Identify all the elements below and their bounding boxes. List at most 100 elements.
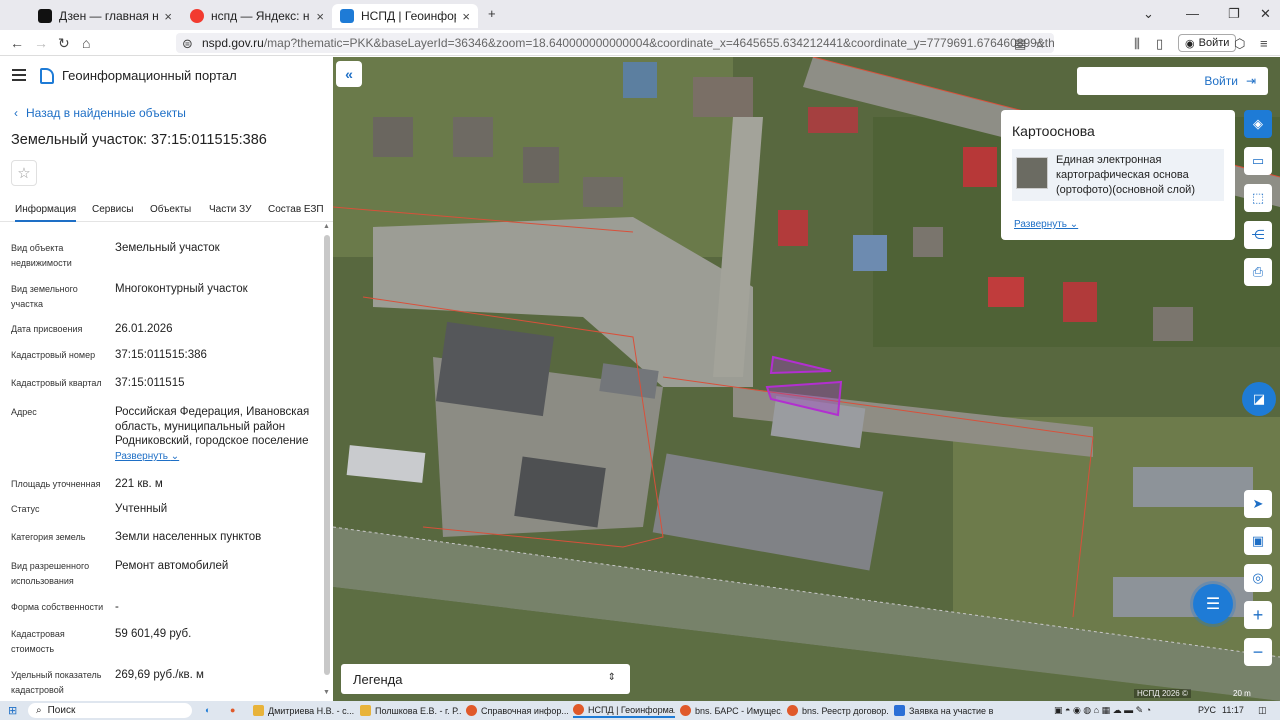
locate-button[interactable]: ➤ xyxy=(1244,490,1272,518)
hamburger-menu-icon[interactable] xyxy=(12,69,26,81)
minimap-button[interactable]: ▣ xyxy=(1244,527,1272,555)
address-expand-link[interactable]: Развернуть ⌄ xyxy=(115,451,179,462)
url-field[interactable]: nspd.gov.ru/map?thematic=PKK&baseLayerId… xyxy=(176,33,1054,53)
search-icon: ⌕ xyxy=(36,705,42,716)
taskbar-item[interactable]: Заявка на участие в ... xyxy=(894,703,996,718)
tab-information[interactable]: Информация xyxy=(15,204,77,222)
property-label: Кадастровая стоимость xyxy=(11,629,65,654)
legend-bar[interactable]: Легенда ⇕ xyxy=(341,664,630,694)
extensions-icon[interactable]: ⬡ xyxy=(1234,36,1245,52)
close-icon[interactable]: × xyxy=(462,9,470,24)
share-button[interactable]: ⋲ xyxy=(1244,221,1272,249)
start-icon[interactable]: ⊞ xyxy=(8,704,17,717)
tray-icons[interactable]: ▣ ◓ ◉ ◍ ⌂ ▦ ☁ ▬ ✎ ◔ xyxy=(1054,705,1151,716)
back-arrow-icon[interactable]: ← xyxy=(10,35,24,51)
window-close-icon[interactable]: ✕ xyxy=(1260,6,1271,22)
property-value: Учтенный xyxy=(115,503,168,515)
basemap-title: Картооснова xyxy=(1012,123,1095,139)
chevron-left-icon: ‹ xyxy=(14,106,18,120)
favorite-button[interactable]: ☆ xyxy=(11,160,37,186)
home-icon[interactable]: ⌂ xyxy=(82,35,90,51)
login-arrow-icon: ⇥ xyxy=(1245,74,1256,88)
portal-logo-icon xyxy=(40,68,54,84)
legend-label: Легенда xyxy=(353,671,403,687)
taskbar-item[interactable]: bns. БАРС - Имущес... xyxy=(680,703,782,718)
taskbar-item[interactable]: Полшкова Е.В. - г. Р... xyxy=(360,703,462,718)
word-icon xyxy=(894,705,905,716)
minimize-icon[interactable]: — xyxy=(1186,6,1199,21)
map-view[interactable]: « Войти ⇥ Картооснова Единая электронная… xyxy=(333,57,1280,701)
sidebar-icon[interactable]: ▯ xyxy=(1156,36,1163,52)
taskbar-item-label: bns. Реестр договор... xyxy=(802,705,889,716)
tab-title: нспд — Яндекс: нашлось 4 тыс xyxy=(211,9,310,23)
chat-button[interactable]: ☰ xyxy=(1193,584,1233,624)
forward-arrow-icon[interactable]: → xyxy=(34,35,48,51)
property-label: Форма собственности xyxy=(11,602,104,612)
tab-objects[interactable]: Объекты xyxy=(150,204,191,215)
property-value: - xyxy=(115,601,119,613)
select-area-button[interactable]: ⬚ xyxy=(1244,184,1272,212)
property-value: Многоконтурный участок xyxy=(115,283,248,295)
dzen-favicon-icon xyxy=(38,9,52,23)
print-button[interactable]: ⎙ xyxy=(1244,258,1272,286)
property-label: Кадастровый номер xyxy=(11,350,96,360)
yandex-browser-icon[interactable]: ● xyxy=(230,705,235,715)
taskbar-item[interactable]: Справочная инфор... xyxy=(466,703,568,718)
feedback-button[interactable]: ◪ xyxy=(1242,382,1276,416)
tab-parts[interactable]: Части ЗУ xyxy=(209,204,251,215)
edge-icon[interactable]: ◐ xyxy=(205,705,210,715)
basemap-expand-link[interactable]: Развернуть ⌄ xyxy=(1014,219,1078,230)
tab-list-chevron-icon[interactable]: ⌄ xyxy=(1143,6,1154,22)
taskbar-item[interactable]: НСПД | Геоинформа... xyxy=(573,703,675,718)
taskbar-item[interactable]: bns. Реестр договор... xyxy=(787,703,889,718)
property-label: Адрес xyxy=(11,407,37,417)
map-login-label: Войти xyxy=(1204,74,1238,88)
browser-account-button[interactable]: ◉ Войти xyxy=(1178,34,1237,52)
zoom-out-button[interactable]: − xyxy=(1244,638,1272,666)
scroll-down-icon[interactable]: ▼ xyxy=(323,689,330,696)
measure-button[interactable]: ▭ xyxy=(1244,147,1272,175)
reload-icon[interactable]: ↻ xyxy=(58,35,70,52)
account-icon: ◉ xyxy=(1185,37,1195,50)
library-icon[interactable]: ⫼ xyxy=(1134,36,1140,52)
site-info-icon[interactable]: ⊜ xyxy=(182,36,193,52)
taskbar-search[interactable]: ⌕ Поиск xyxy=(28,703,192,718)
address-toolbar: ← → ↻ ⌂ nspd.gov.ru/map?thematic=PKK&bas… xyxy=(0,30,1280,56)
close-icon[interactable]: × xyxy=(164,9,172,24)
browser-tab-dzen[interactable]: Дзен — главная новостная ин × xyxy=(30,4,180,28)
property-value: Российская Федерация, Ивановская область… xyxy=(115,406,310,447)
restore-icon[interactable]: ❐ xyxy=(1228,6,1240,22)
collapse-panel-button[interactable]: « xyxy=(336,61,362,87)
reader-view-icon[interactable]: ▤ xyxy=(1014,36,1026,52)
property-label: Дата присвоения xyxy=(11,324,83,334)
menu-icon[interactable]: ≡ xyxy=(1260,36,1268,51)
notifications-icon[interactable]: ◫ xyxy=(1258,705,1267,716)
browser-tab-yandex[interactable]: нспд — Яндекс: нашлось 4 тыс × xyxy=(182,4,332,28)
taskbar-item-label: Справочная инфор... xyxy=(481,705,568,716)
map-login-button[interactable]: Войти ⇥ xyxy=(1077,67,1268,95)
object-title: Земельный участок: 37:15:011515:386 xyxy=(11,132,267,148)
tab-composition[interactable]: Состав ЕЗП xyxy=(268,204,324,215)
firefox-icon xyxy=(787,705,798,716)
back-to-results-link[interactable]: ‹ Назад в найденные объекты xyxy=(14,106,186,120)
taskbar-item[interactable]: Дмитриева Н.В. - с... xyxy=(253,703,355,718)
clock[interactable]: 11:17 xyxy=(1222,705,1244,715)
layers-icon: ◈ xyxy=(1253,116,1263,131)
close-icon[interactable]: × xyxy=(316,9,324,24)
scroll-up-icon[interactable]: ▲ xyxy=(323,223,330,230)
geolocation-button[interactable]: ◎ xyxy=(1244,564,1272,592)
browser-tab-nspd[interactable]: НСПД | Геоинформационный × xyxy=(332,4,478,28)
tab-services[interactable]: Сервисы xyxy=(92,204,133,215)
new-tab-button[interactable]: + xyxy=(488,6,496,21)
feedback-icon: ◪ xyxy=(1252,391,1266,406)
scrollbar-thumb[interactable] xyxy=(324,235,330,675)
basemap-layer-item[interactable]: Единая электронная картографическая осно… xyxy=(1012,149,1224,201)
layers-button[interactable]: ◈ xyxy=(1244,110,1272,138)
zoom-in-button[interactable]: + xyxy=(1244,601,1272,629)
panel-scrollbar[interactable]: ▲ ▼ xyxy=(322,223,332,699)
bookmark-star-icon[interactable]: ☆ xyxy=(1034,36,1046,52)
property-value: Земельный участок xyxy=(115,242,220,254)
url-host: nspd.gov.ru xyxy=(202,36,264,50)
language-indicator[interactable]: РУС xyxy=(1198,705,1216,715)
property-label: Статус xyxy=(11,504,40,514)
